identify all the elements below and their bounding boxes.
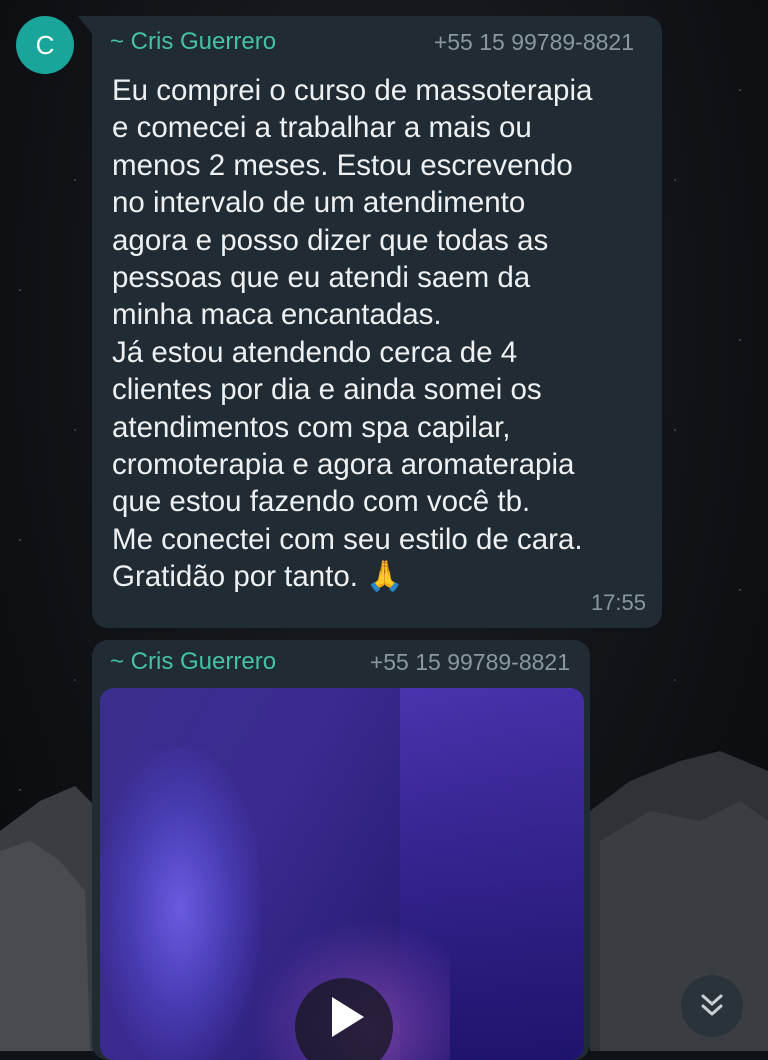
message-body: Eu comprei o curso de massoterapia e com… [112, 74, 593, 594]
avatar-initial: C [35, 29, 55, 60]
sender-header: ~ Cris Guerrero +55 15 99789-8821 [110, 28, 634, 56]
sender-name[interactable]: ~ Cris Guerrero [110, 648, 276, 676]
folded-hands-emoji: 🙏 [366, 560, 404, 594]
bubble-tail [78, 16, 92, 34]
play-icon [332, 997, 364, 1037]
thumbnail-blur [100, 748, 260, 1060]
scroll-to-bottom-button[interactable] [681, 975, 743, 1037]
video-thumbnail[interactable] [100, 688, 584, 1060]
message-bubble[interactable]: ~ Cris Guerrero +55 15 99789-8821 Eu com… [78, 16, 662, 628]
sender-phone[interactable]: +55 15 99789-8821 [434, 29, 634, 56]
sender-avatar[interactable]: C [16, 16, 74, 74]
double-chevron-down-icon [701, 994, 723, 1016]
sender-header: ~ Cris Guerrero +55 15 99789-8821 [110, 648, 570, 676]
message-time: 17:55 [590, 590, 646, 615]
sender-name[interactable]: ~ Cris Guerrero [110, 28, 276, 56]
sender-phone[interactable]: +55 15 99789-8821 [370, 649, 570, 676]
media-message-bubble[interactable]: ~ Cris Guerrero +55 15 99789-8821 [92, 640, 590, 1060]
message-text: Eu comprei o curso de massoterapia e com… [112, 72, 652, 596]
